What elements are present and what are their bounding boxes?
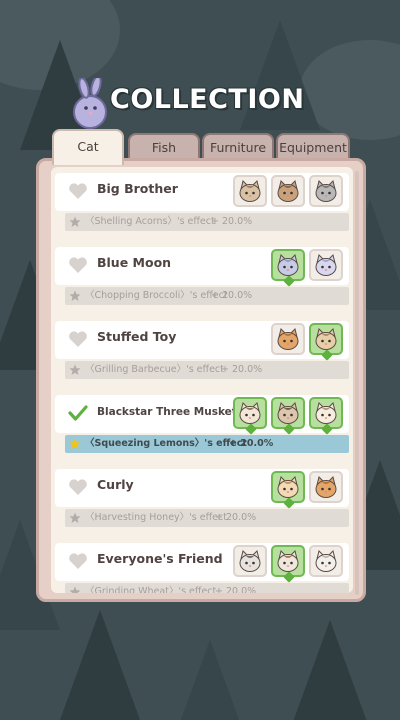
page-title: COLLECTION <box>110 84 305 115</box>
owned-check-icon <box>283 497 295 509</box>
collection-entry-4[interactable]: Blackstar Three Musketeers 〈Squeezing Le <box>51 395 353 459</box>
entry-card: Big Brother <box>55 173 349 211</box>
heart-icon <box>69 183 87 199</box>
cat-slot-beige[interactable] <box>309 323 343 361</box>
heart-icon <box>69 331 87 347</box>
heart-icon <box>69 479 87 495</box>
effect-value: + 20.0% <box>229 438 274 449</box>
cat-slot-tri[interactable] <box>271 545 305 583</box>
owned-check-icon <box>321 349 333 361</box>
bunny-mascot-icon <box>73 78 107 129</box>
owned-check-icon <box>245 423 257 435</box>
effect-bar: 〈Chopping Broccoli〉's effect + 20.0% <box>65 287 349 305</box>
cat-slot-siamese[interactable] <box>233 397 267 435</box>
entry-name: Curly <box>97 477 134 492</box>
star-icon <box>69 586 81 593</box>
cat-slot-brown[interactable] <box>271 175 305 207</box>
cat-slots <box>233 397 343 435</box>
entry-name: Everyone's Friend <box>97 551 223 566</box>
owned-check-icon <box>321 423 333 435</box>
entry-card: Stuffed Toy <box>55 321 349 361</box>
collection-entry-3[interactable]: Stuffed Toy 〈Grilling Barbecue〉's effect… <box>51 321 353 385</box>
collection-header: COLLECTION <box>68 78 348 130</box>
effect-bar: 〈Shelling Acorns〉's effect + 20.0% <box>65 213 349 231</box>
entry-name: Stuffed Toy <box>97 329 177 344</box>
star-icon <box>69 290 81 301</box>
cat-slot-siamese-dark[interactable] <box>271 397 305 435</box>
cat-slot-orange[interactable] <box>309 471 343 503</box>
cat-slots <box>271 323 343 361</box>
effect-text: 〈Grinding Wheat〉's effect <box>85 586 217 593</box>
collection-panel: Big Brother 〈Shelling Acorns〉's effect +… <box>36 158 366 602</box>
effect-text: 〈Squeezing Lemons〉's effect <box>85 438 247 449</box>
effect-text: 〈Chopping Broccoli〉's effect <box>85 290 228 301</box>
entry-card: Blue Moon <box>55 247 349 287</box>
cat-slots <box>233 175 343 209</box>
collection-entry-1[interactable]: Big Brother 〈Shelling Acorns〉's effect +… <box>51 173 353 237</box>
entry-card: Curly <box>55 469 349 509</box>
effect-value: + 20.0% <box>215 512 257 523</box>
cat-slots <box>233 545 343 583</box>
collection-entry-2[interactable]: Blue Moon 〈Chopping Broccoli〉's effect +… <box>51 247 353 311</box>
effect-bar: 〈Harvesting Honey〉's effect + 20.0% <box>65 509 349 527</box>
owned-check-icon <box>283 571 295 583</box>
tab-cat[interactable]: Cat <box>52 129 124 165</box>
entry-name: Blue Moon <box>97 255 172 270</box>
cat-slot-lavender[interactable] <box>309 249 343 281</box>
collection-entry-6[interactable]: Everyone's Friend 〈Grinding Wheat〉's eff <box>51 543 353 593</box>
star-icon <box>69 364 81 375</box>
cat-slot-blue[interactable] <box>271 249 305 287</box>
effect-text: 〈Harvesting Honey〉's effect <box>85 512 227 523</box>
owned-check-icon <box>283 423 295 435</box>
star-icon <box>69 512 81 523</box>
effect-bar: 〈Squeezing Lemons〉's effect + 20.0% <box>65 435 349 453</box>
cat-slot-tuxedo[interactable] <box>233 545 267 577</box>
cat-slot-tabby[interactable] <box>233 175 267 207</box>
cat-slots <box>271 471 343 509</box>
effect-value: + 20.0% <box>211 216 253 227</box>
effect-value: + 20.0% <box>221 364 263 375</box>
heart-icon <box>69 553 87 569</box>
cat-slots <box>271 249 343 287</box>
collection-entry-5[interactable]: Curly 〈Harvesting Honey〉's effect + 20.0… <box>51 469 353 533</box>
scrollbar[interactable] <box>355 171 359 595</box>
heart-icon <box>69 257 87 273</box>
cat-slot-grey[interactable] <box>309 175 343 207</box>
cat-slot-siamese-light[interactable] <box>309 397 343 435</box>
checkmark-icon <box>68 405 88 421</box>
cat-slot-white[interactable] <box>309 545 343 577</box>
effect-text: 〈Shelling Acorns〉's effect <box>85 216 215 227</box>
owned-check-icon <box>283 275 295 287</box>
effect-text: 〈Grilling Barbecue〉's effect <box>85 364 224 375</box>
effect-value: + 20.0% <box>215 586 257 593</box>
collection-list[interactable]: Big Brother 〈Shelling Acorns〉's effect +… <box>51 167 353 593</box>
star-icon <box>69 438 81 449</box>
entry-name: Big Brother <box>97 181 178 196</box>
entry-card: Everyone's Friend <box>55 543 349 583</box>
entry-card: Blackstar Three Musketeers <box>55 395 349 435</box>
star-icon <box>69 216 81 227</box>
effect-bar: 〈Grilling Barbecue〉's effect + 20.0% <box>65 361 349 379</box>
effect-bar: 〈Grinding Wheat〉's effect + 20.0% <box>65 583 349 593</box>
cat-slot-orange[interactable] <box>271 323 305 355</box>
effect-value: + 20.0% <box>211 290 253 301</box>
cat-slot-calico[interactable] <box>271 471 305 509</box>
